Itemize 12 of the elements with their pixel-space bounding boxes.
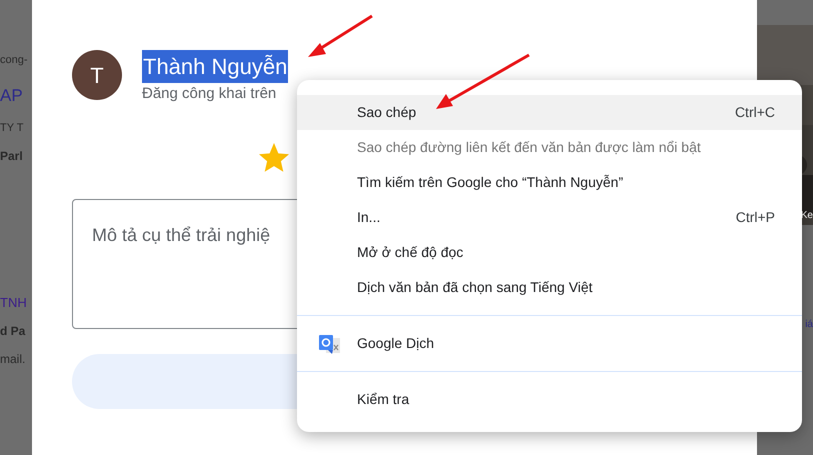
page-text: mail. [0, 351, 26, 368]
avatar: T [72, 50, 122, 100]
page-text: TNH [0, 294, 28, 312]
page-text: AP [0, 84, 24, 106]
page-text: TY T [0, 121, 24, 136]
post-subtitle: Đăng công khai trên [142, 84, 276, 104]
author-name: Thành Nguyễn [142, 50, 288, 83]
page-text: d Pa [0, 323, 26, 340]
page-text: Parl [0, 148, 24, 164]
page-text: cong- [0, 53, 29, 68]
shortcut-text: Ctrl+C [734, 103, 775, 122]
shortcut-text: Ctrl+P [736, 208, 775, 227]
